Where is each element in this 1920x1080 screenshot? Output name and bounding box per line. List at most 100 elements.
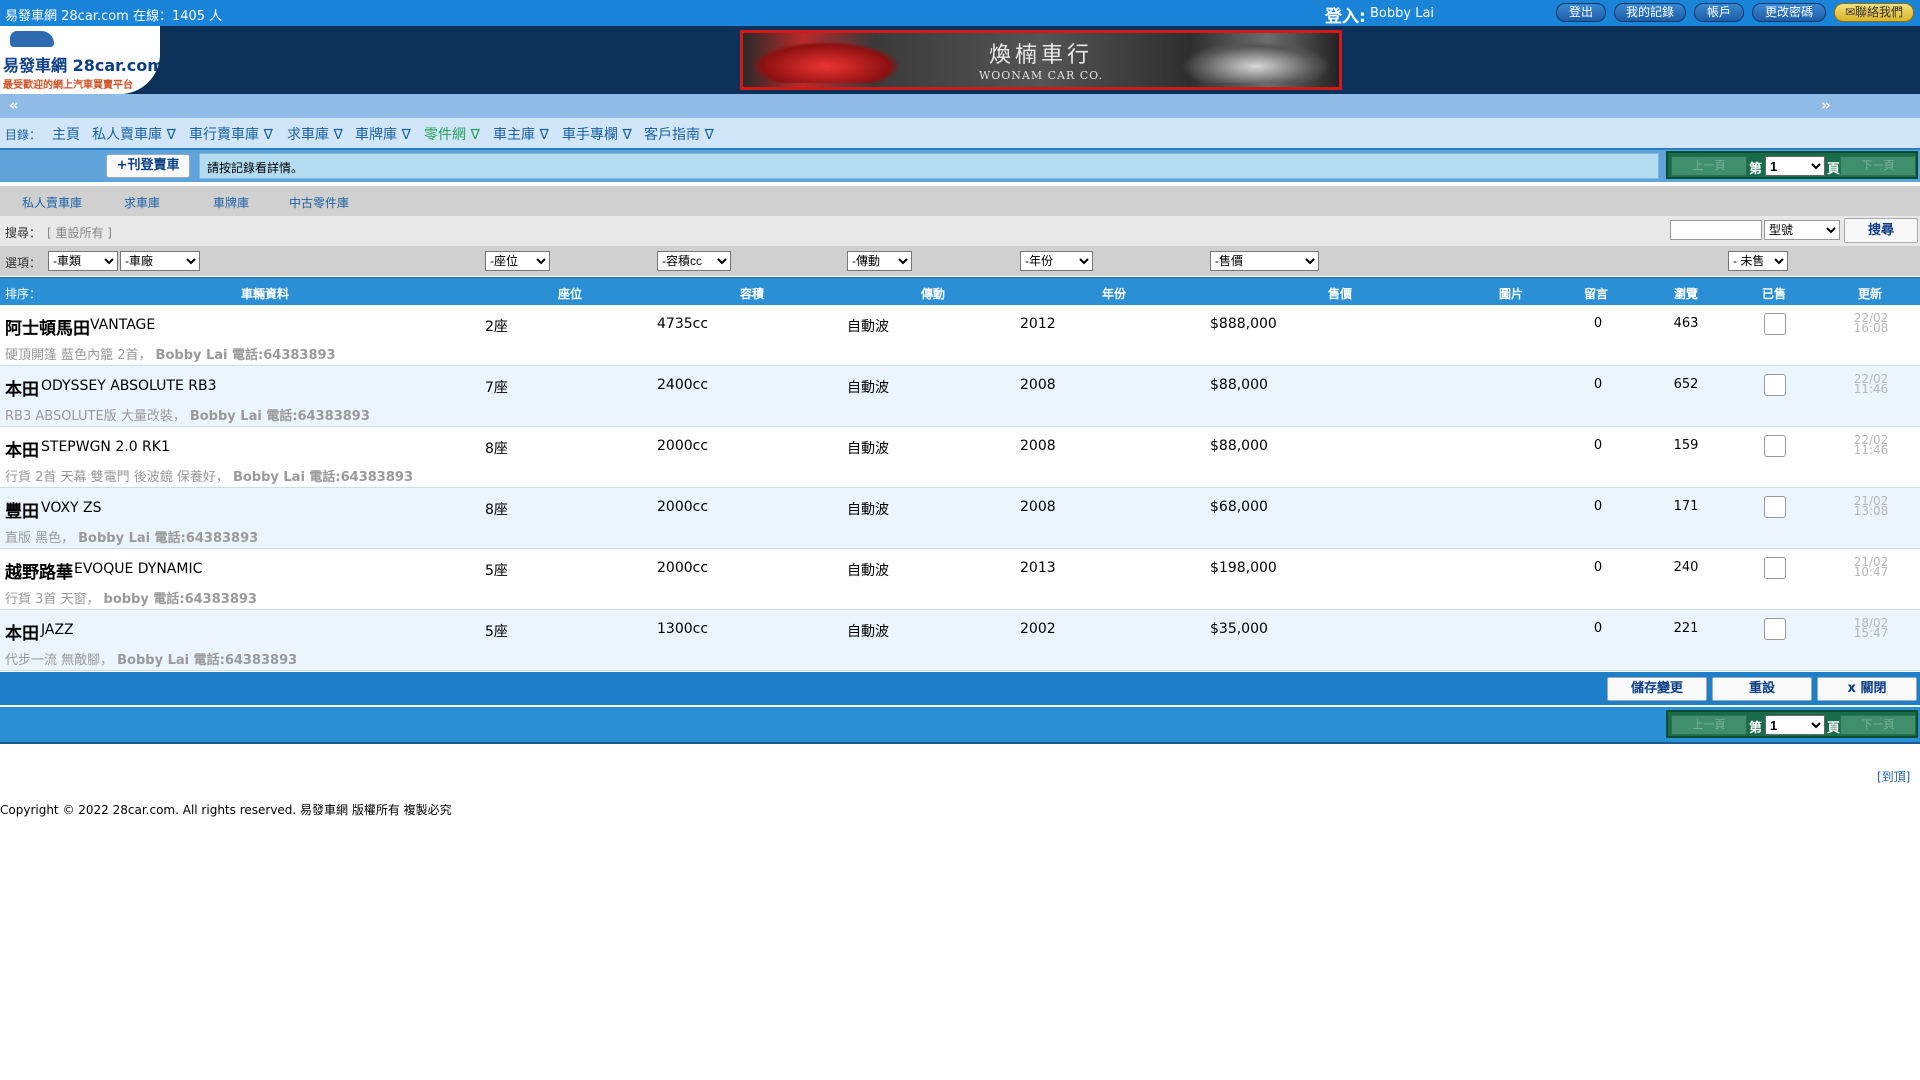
car-year: 2008 (1020, 377, 1056, 393)
filter-year-select[interactable]: -年份 (1020, 251, 1093, 271)
page-select[interactable]: 1 (1765, 156, 1825, 176)
table-row[interactable]: 豐田 VOXY ZS 8座 2000cc 自動波 2008 $68,000 0 … (0, 488, 1920, 549)
view-count: 652 (1673, 377, 1699, 392)
filter-type-select[interactable]: -車類 (48, 251, 118, 271)
copyright-text: Copyright © 2022 28car.com. All rights r… (0, 803, 452, 817)
reset-button[interactable]: 重設 (1712, 677, 1812, 701)
page-select[interactable]: 1 (1765, 715, 1825, 735)
sold-checkbox[interactable] (1764, 374, 1786, 396)
nav-item-private-sale[interactable]: 私人賣車庫 ∇ (92, 124, 176, 144)
view-count: 240 (1673, 560, 1699, 575)
sold-checkbox[interactable] (1764, 496, 1786, 518)
car-year: 2008 (1020, 499, 1056, 515)
column-header-updated[interactable]: 更新 (1840, 285, 1900, 302)
change-password-button[interactable]: 更改密碼 (1752, 3, 1826, 22)
column-header-engine[interactable]: 容積 (722, 285, 782, 302)
column-header-seats[interactable]: 座位 (540, 285, 600, 302)
car-brand[interactable]: 越野路華 (5, 558, 73, 583)
table-row[interactable]: 本田 ODYSSEY ABSOLUTE RB3 7座 2400cc 自動波 20… (0, 366, 1920, 427)
car-brand[interactable]: 阿士頓馬田 (5, 314, 90, 339)
filter-seats-select[interactable]: -座位 (485, 251, 550, 271)
nav-item-guide[interactable]: 客戶指南 ∇ (644, 124, 714, 144)
sold-checkbox[interactable] (1764, 557, 1786, 579)
nav-item-dealer-sale[interactable]: 車行賣車庫 ∇ (189, 124, 273, 144)
table-row[interactable]: 本田 STEPWGN 2.0 RK1 8座 2000cc 自動波 2008 $8… (0, 427, 1920, 488)
sold-checkbox[interactable] (1764, 435, 1786, 457)
column-header-transmission[interactable]: 傳動 (903, 285, 963, 302)
filter-price-select[interactable]: -售價 (1210, 251, 1319, 271)
search-button[interactable]: 搜尋 (1844, 218, 1918, 243)
car-model[interactable]: ODYSSEY ABSOLUTE RB3 (41, 378, 217, 394)
dealer-contact: Bobby Lai 電話:64383893 (78, 531, 259, 546)
prev-page-button[interactable]: 上一頁 (1671, 156, 1747, 176)
dealer-banner-ad[interactable]: 煥楠車行 WOONAM CAR CO. (740, 30, 1342, 90)
search-input[interactable] (1670, 220, 1762, 240)
filter-engine-select[interactable]: -容積cc (657, 251, 731, 271)
next-page-button[interactable]: 下一頁 (1840, 715, 1916, 735)
filter-transmission-select[interactable]: -傳動 (847, 251, 912, 271)
nav-item-wanted[interactable]: 求車庫 ∇ (287, 124, 343, 144)
table-row[interactable]: 阿士頓馬田 VANTAGE 2座 4735cc 自動波 2012 $888,00… (0, 305, 1920, 366)
reset-all-link[interactable]: [ 重設所有 ] (47, 224, 112, 241)
prev-page-button[interactable]: 上一頁 (1671, 715, 1747, 735)
car-brand[interactable]: 本田 (5, 436, 39, 461)
search-field-select[interactable]: 型號 (1764, 220, 1840, 240)
view-count: 159 (1673, 438, 1699, 453)
next-page-button[interactable]: 下一頁 (1840, 156, 1916, 176)
car-model[interactable]: JAZZ (41, 622, 74, 638)
nav-item-home[interactable]: 主頁 (52, 124, 80, 144)
tab-private-sale[interactable]: 私人賣車庫 (22, 194, 82, 211)
filter-make-select[interactable]: -車廠 (120, 251, 200, 271)
table-row[interactable]: 越野路華 EVOQUE DYNAMIC 5座 2000cc 自動波 2013 $… (0, 549, 1920, 610)
filter-sold-select[interactable]: - 未售 (1728, 251, 1788, 271)
column-header-views[interactable]: 瀏覽 (1656, 285, 1716, 302)
scroll-next-icon[interactable]: » (1821, 96, 1831, 114)
sold-checkbox[interactable] (1764, 618, 1786, 640)
car-description: 代步一流 無敵腳， Bobby Lai 電話:64383893 (5, 653, 298, 668)
tab-used-parts[interactable]: 中古零件庫 (289, 194, 349, 211)
car-brand[interactable]: 本田 (5, 619, 39, 644)
column-header-comments[interactable]: 留言 (1566, 285, 1626, 302)
car-seats: 5座 (485, 624, 508, 640)
updated-time: 21/02 10:47 (1853, 555, 1889, 579)
nav-item-owners[interactable]: 車主庫 ∇ (493, 124, 549, 144)
action-bar: +刊登賣車 請按記錄看詳情。 上一頁 第 1 頁 下一頁 (0, 148, 1920, 182)
account-button[interactable]: 帳戶 (1694, 3, 1744, 22)
scroll-prev-icon[interactable]: « (9, 96, 19, 114)
save-changes-button[interactable]: 儲存變更 (1607, 677, 1707, 701)
car-model[interactable]: VANTAGE (90, 317, 155, 333)
car-transmission: 自動波 (847, 380, 889, 396)
car-model[interactable]: EVOQUE DYNAMIC (74, 561, 202, 577)
my-records-button[interactable]: 我的記錄 (1614, 3, 1686, 22)
sold-checkbox[interactable] (1764, 313, 1786, 335)
contact-us-label: 聯絡我們 (1855, 5, 1904, 19)
car-description: 硬頂開篷 藍色內籠 2首， Bobby Lai 電話:64383893 (5, 348, 336, 363)
nav-item-plates[interactable]: 車牌庫 ∇ (355, 124, 411, 144)
car-brand[interactable]: 豐田 (5, 497, 39, 522)
page-suffix: 頁 (1827, 721, 1841, 736)
contact-us-button[interactable]: ✉聯絡我們 (1834, 3, 1914, 22)
tab-wanted[interactable]: 求車庫 (124, 194, 160, 211)
column-header-price[interactable]: 售價 (1310, 285, 1370, 302)
car-brand[interactable]: 本田 (5, 375, 39, 400)
nav-item-parts[interactable]: 零件網 ∇ (424, 124, 480, 144)
tab-plates[interactable]: 車牌庫 (213, 194, 249, 211)
back-to-top-link[interactable]: [到頂] (1877, 768, 1910, 785)
logout-button[interactable]: 登出 (1556, 3, 1606, 22)
pager-bottom: 上一頁 第 1 頁 下一頁 (1666, 710, 1918, 738)
close-button[interactable]: x 關閉 (1817, 677, 1917, 701)
post-sale-button[interactable]: +刊登賣車 (106, 154, 190, 178)
column-header-info[interactable]: 車輛資料 (210, 285, 320, 302)
car-transmission: 自動波 (847, 624, 889, 640)
column-header-year[interactable]: 年份 (1084, 285, 1144, 302)
car-engine: 2400cc (657, 377, 709, 393)
column-header-photo: 圖片 (1498, 287, 1523, 301)
car-model[interactable]: VOXY ZS (41, 500, 102, 516)
nav-item-columns[interactable]: 車手專欄 ∇ (562, 124, 632, 144)
site-logo[interactable]: 易發車網 28car.com 最受歡迎的網上汽車買賣平台 (0, 26, 160, 94)
car-seats: 7座 (485, 380, 508, 396)
table-row[interactable]: 本田 JAZZ 5座 1300cc 自動波 2002 $35,000 0 221… (0, 610, 1920, 671)
comment-count: 0 (1593, 560, 1603, 575)
car-price: $68,000 (1210, 499, 1268, 515)
car-model[interactable]: STEPWGN 2.0 RK1 (41, 439, 170, 455)
